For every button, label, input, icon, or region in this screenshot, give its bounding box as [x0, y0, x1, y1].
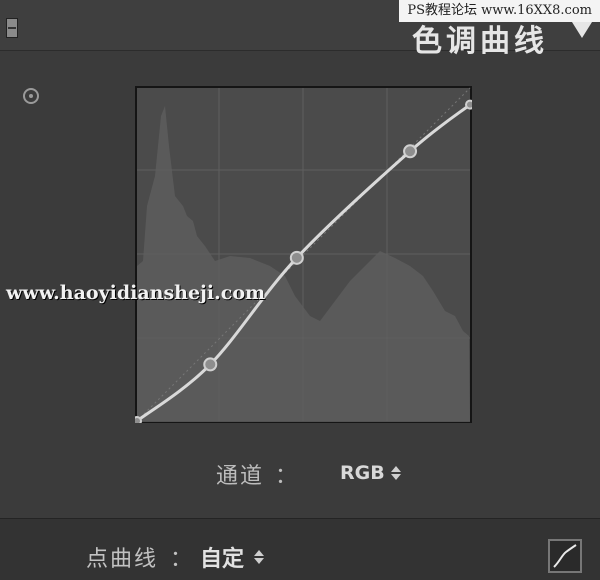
channel-colon: ：	[275, 464, 298, 489]
curve-control-point[interactable]	[465, 99, 475, 110]
channel-row: 通道 ： RGB	[0, 458, 600, 489]
curve-control-point[interactable]	[132, 416, 142, 426]
point-curve-select[interactable]: 自定	[200, 541, 265, 573]
target-adjustment-icon[interactable]	[23, 88, 39, 104]
point-curve-label: 点曲线	[86, 547, 159, 572]
panel-toggle-icon[interactable]	[6, 18, 18, 38]
updown-arrows-icon	[390, 465, 401, 481]
updown-arrows-icon	[254, 549, 265, 565]
curve-control-point[interactable]	[203, 357, 218, 372]
curve-control-point[interactable]	[289, 250, 304, 265]
watermark-center: www.haoyidiansheji.com	[6, 282, 266, 304]
tone-curve-graph[interactable]	[132, 86, 475, 426]
point-curve-bar: 点曲线 ： 自定	[0, 519, 600, 580]
panel-title[interactable]: 色调曲线	[412, 16, 548, 60]
point-curve-value: 自定	[200, 547, 245, 572]
point-curve-colon: ：	[170, 547, 193, 572]
edit-point-curve-button[interactable]	[548, 539, 582, 573]
curve-edit-icon	[553, 544, 577, 568]
watermark-top: PS教程论坛 www.16XX8.com	[399, 0, 600, 22]
panel-header: 色调曲线 PS教程论坛 www.16XX8.com	[0, 0, 600, 59]
channel-value: RGB	[340, 462, 385, 484]
triangle-down-icon[interactable]	[572, 22, 592, 38]
channel-select[interactable]: RGB	[340, 460, 401, 486]
channel-label: 通道	[216, 464, 265, 489]
curve-control-point[interactable]	[403, 144, 418, 159]
